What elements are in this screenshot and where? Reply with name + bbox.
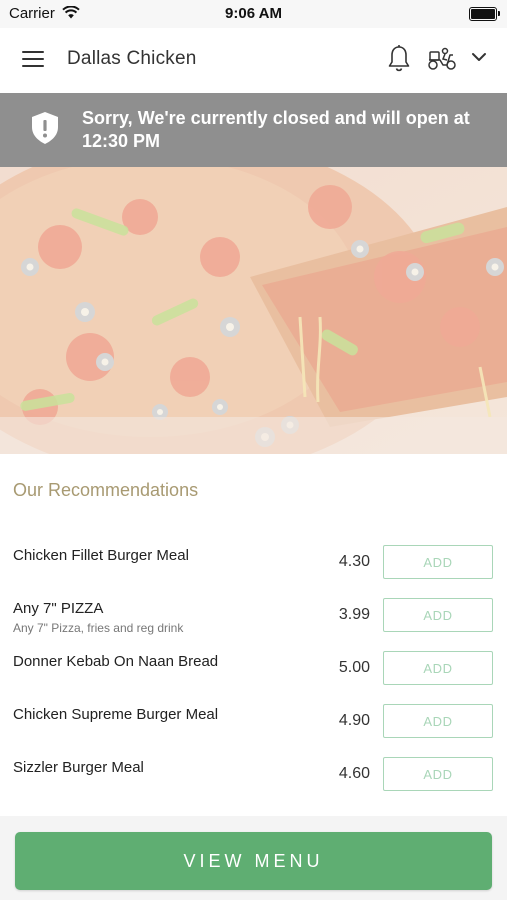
list-item: Donner Kebab On Naan Bread 5.00 ADD: [0, 641, 507, 694]
item-price: 4.30: [338, 553, 370, 570]
section-title: Our Recommendations: [13, 480, 199, 500]
bell-icon[interactable]: [386, 44, 412, 74]
add-button[interactable]: ADD: [383, 757, 493, 791]
item-name: Sizzler Burger Meal: [13, 759, 144, 776]
view-menu-button[interactable]: VIEW MENU: [15, 832, 492, 890]
list-item: Chicken Supreme Burger Meal 4.90 ADD: [0, 694, 507, 747]
add-button[interactable]: ADD: [383, 651, 493, 685]
menu-icon[interactable]: [22, 49, 46, 69]
pizza-image: [0, 167, 507, 454]
battery-icon: [469, 7, 500, 21]
item-price: 4.90: [338, 712, 370, 729]
add-button[interactable]: ADD: [383, 598, 493, 632]
add-button[interactable]: ADD: [383, 704, 493, 738]
item-name: Chicken Supreme Burger Meal: [13, 706, 219, 723]
item-name: Any 7" PIZZA: [13, 600, 104, 617]
app-header: Dallas Chicken: [0, 28, 507, 93]
shield-alert-icon: [32, 112, 58, 144]
item-description: Any 7" Pizza, fries and reg drink: [13, 621, 184, 635]
closed-message: Sorry, We're currently closed and will o…: [82, 108, 470, 151]
delivery-scooter-icon[interactable]: [426, 46, 458, 72]
add-button[interactable]: ADD: [383, 545, 493, 579]
status-bar: Carrier 9:06 AM: [0, 0, 507, 28]
restaurant-title: Dallas Chicken: [67, 48, 197, 69]
item-price: 5.00: [338, 659, 370, 676]
list-item: Sizzler Burger Meal 4.60 ADD: [0, 747, 507, 800]
clock: 9:06 AM: [225, 5, 282, 22]
list-item: Any 7" PIZZA Any 7" Pizza, fries and reg…: [0, 588, 507, 641]
closed-banner: Sorry, We're currently closed and will o…: [0, 93, 507, 167]
chevron-down-icon[interactable]: [470, 50, 488, 64]
item-name: Donner Kebab On Naan Bread: [13, 653, 219, 670]
item-price: 3.99: [338, 606, 370, 623]
item-price: 4.60: [338, 765, 370, 782]
list-item: Chicken Fillet Burger Meal 4.30 ADD: [0, 535, 507, 588]
item-name: Chicken Fillet Burger Meal: [13, 547, 189, 564]
